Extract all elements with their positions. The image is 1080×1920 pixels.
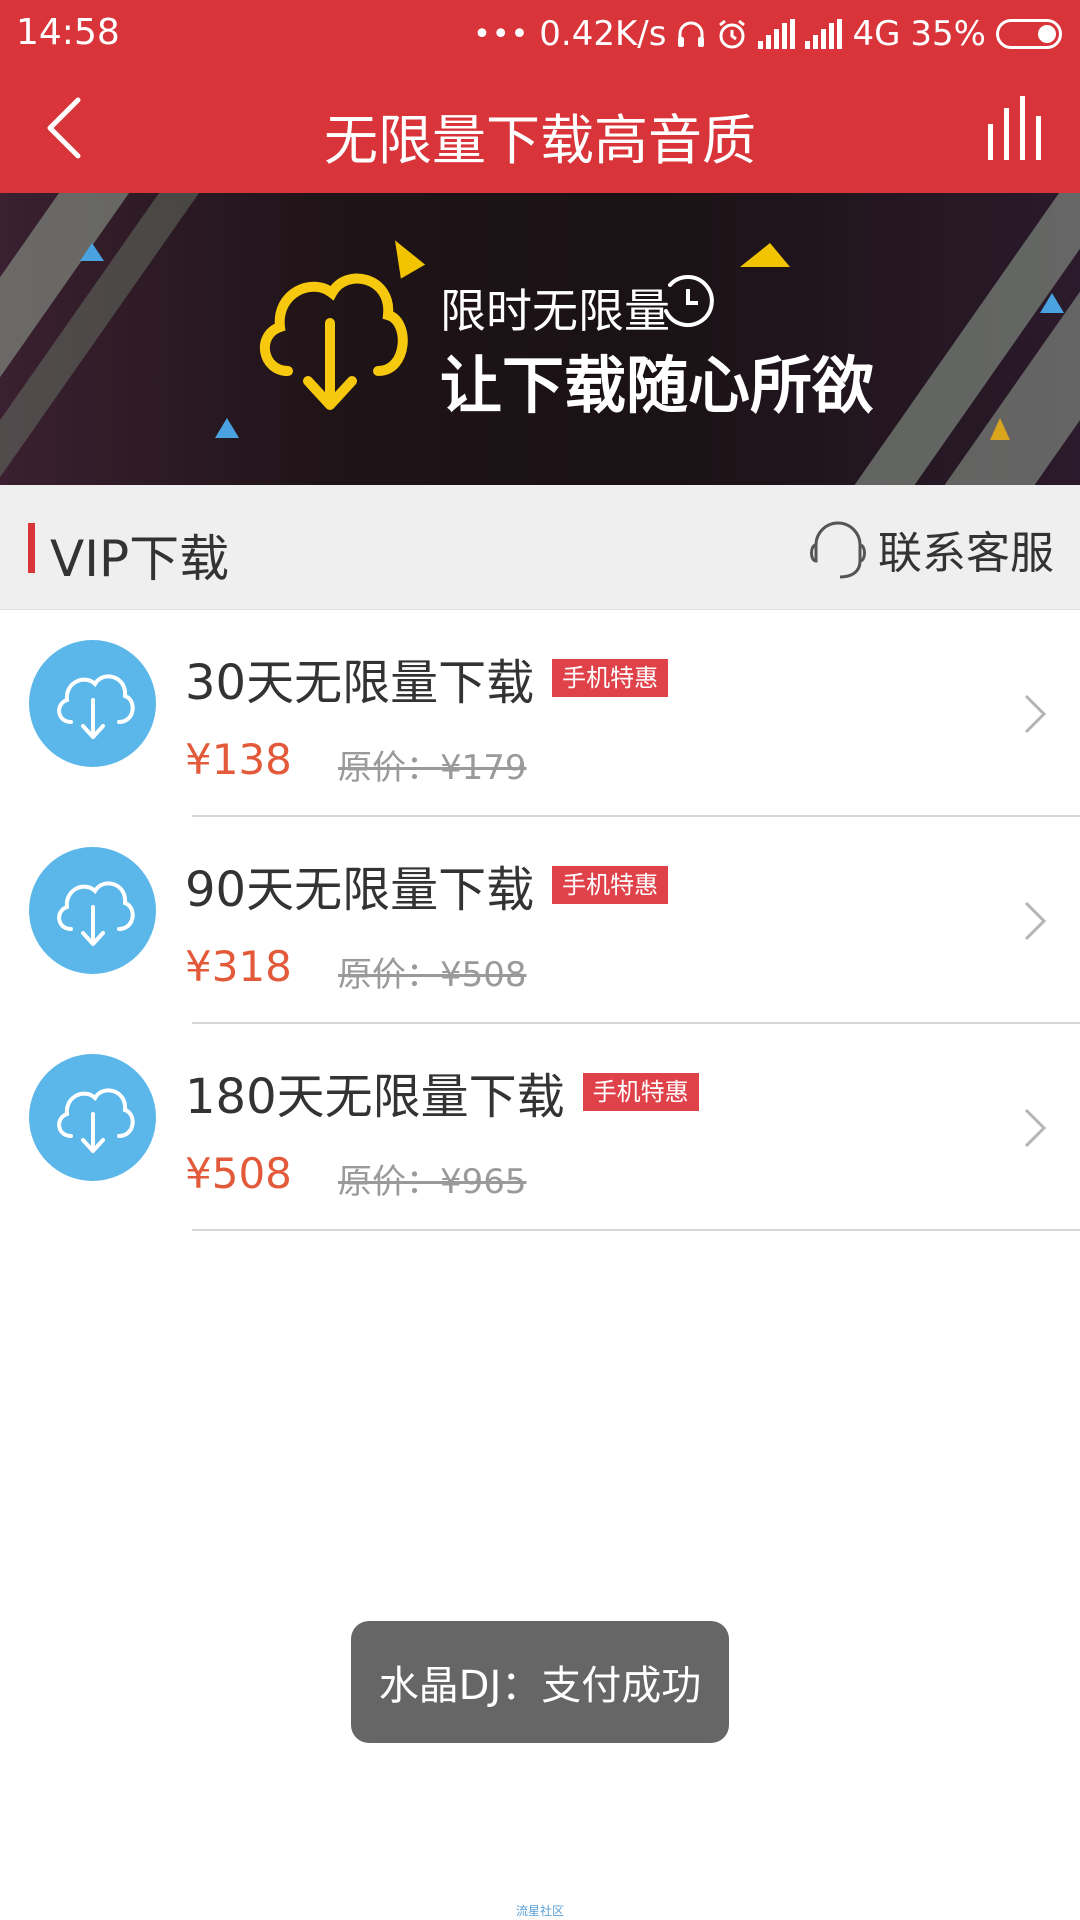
product-item-180-days[interactable]: 180天无限量下载 手机特惠 ¥508 原价：¥965: [0, 1024, 1080, 1231]
product-item-30-days[interactable]: 30天无限量下载 手机特惠 ¥138 原价：¥179: [0, 610, 1080, 817]
product-name: 180天无限量下载 手机特惠: [185, 1057, 699, 1127]
promo-badge: 手机特惠: [582, 1073, 699, 1111]
cloud-download-icon: [259, 273, 408, 410]
toast-message: 水晶DJ：支付成功: [351, 1621, 729, 1743]
battery-percent: 35%: [910, 14, 986, 54]
product-name: 90天无限量下载 手机特惠: [185, 850, 669, 920]
section-title: VIP下载: [50, 530, 230, 588]
signal-icon: [758, 19, 796, 49]
product-icon: [29, 640, 156, 767]
contact-support-label: 联系客服: [878, 528, 1054, 579]
contact-support-button[interactable]: 联系客服: [806, 509, 1054, 589]
product-price: ¥508: [185, 1149, 292, 1198]
status-indicators: ••• 0.42K/s 4G 35%: [473, 12, 1062, 56]
chevron-right-icon: [1024, 1108, 1047, 1148]
bars-chart-icon: [988, 96, 1041, 160]
cloud-download-icon: [57, 674, 135, 739]
status-time: 14:58: [16, 12, 120, 53]
product-item-90-days[interactable]: 90天无限量下载 手机特惠 ¥318 原价：¥508: [0, 817, 1080, 1024]
product-title: 90天无限量下载: [185, 862, 535, 918]
product-icon: [29, 1054, 156, 1181]
product-title: 30天无限量下载: [185, 655, 535, 711]
page-title: 无限量下载高音质: [324, 109, 756, 172]
watermark: 流星社区: [515, 1904, 564, 1918]
status-bar: 14:58 ••• 0.42K/s 4G 35%: [0, 0, 1080, 66]
divider: [192, 1229, 1080, 1231]
signal-icon-2: [805, 19, 843, 49]
more-dots-icon: •••: [473, 16, 530, 52]
cloud-download-icon: [57, 1088, 135, 1153]
banner-line-1: 限时无限量: [440, 284, 670, 338]
cloud-download-icon: [57, 881, 135, 946]
section-header: VIP下载 联系客服: [0, 485, 1080, 610]
promo-badge: 手机特惠: [552, 659, 669, 697]
product-name: 30天无限量下载 手机特惠: [185, 643, 669, 713]
network-speed: 0.42K/s: [539, 14, 667, 54]
chevron-right-icon: [1024, 694, 1047, 734]
product-original-price: 原价：¥965: [338, 1162, 527, 1202]
headset-icon: [810, 521, 866, 579]
clock-icon: [664, 275, 714, 328]
chevron-right-icon: [1024, 901, 1047, 941]
product-title: 180天无限量下载: [185, 1069, 565, 1125]
product-original-price: 原价：¥508: [338, 955, 527, 995]
banner-line-2: 让下载随心所欲: [440, 349, 875, 422]
section-accent-bar: [28, 523, 35, 573]
network-type: 4G: [852, 14, 901, 54]
promo-badge: 手机特惠: [552, 866, 669, 904]
title-bar: 无限量下载高音质: [0, 66, 1080, 193]
product-price: ¥318: [185, 942, 292, 991]
product-list: 30天无限量下载 手机特惠 ¥138 原价：¥179 90天无限量下载 手机特惠…: [0, 610, 1080, 1231]
alarm-icon: [719, 19, 746, 49]
headphones-icon: [678, 21, 705, 47]
battery-icon: [996, 19, 1062, 49]
promo-banner[interactable]: 限时无限量 让下载随心所欲: [0, 193, 1080, 485]
product-icon: [29, 847, 156, 974]
product-original-price: 原价：¥179: [338, 748, 527, 788]
playing-bars-button[interactable]: [982, 94, 1052, 164]
product-price: ¥138: [185, 735, 292, 784]
